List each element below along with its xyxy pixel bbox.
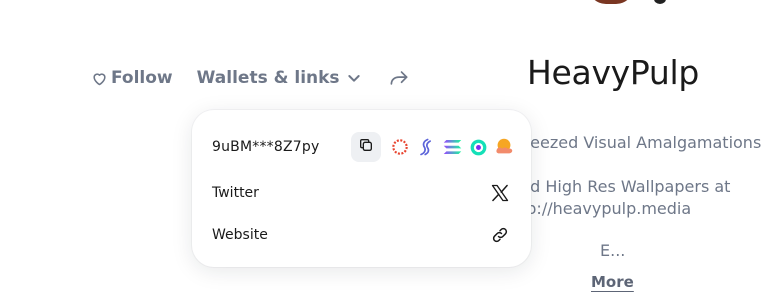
avatar [588, 0, 634, 4]
bio-line: nd High Res Wallpapers at [520, 177, 731, 196]
wallets-links-label: Wallets & links [196, 68, 340, 88]
link-label: Website [212, 227, 268, 243]
wallet-row: 9uBM***8Z7py [212, 132, 515, 162]
wallet-actions [351, 132, 515, 162]
bio-line: E... [600, 241, 626, 260]
chain-icons [389, 136, 515, 158]
x-twitter-icon[interactable] [487, 180, 513, 206]
link-icon[interactable] [487, 222, 513, 248]
follow-button[interactable]: Follow [91, 68, 173, 88]
chevron-down-icon [346, 70, 362, 86]
more-link[interactable]: More [591, 273, 634, 291]
wallets-links-popover: 9uBM***8Z7py Twitter Website [192, 110, 531, 267]
page-title: HeavyPulp [527, 53, 700, 92]
wallets-links-button[interactable]: Wallets & links [197, 68, 362, 88]
link-row-twitter[interactable]: Twitter [212, 178, 515, 208]
follow-label: Follow [111, 68, 173, 88]
circle-target-icon[interactable] [467, 136, 489, 158]
feather-swirl-icon[interactable] [415, 136, 437, 158]
share-button[interactable] [388, 69, 410, 87]
solana-icon[interactable] [441, 136, 463, 158]
bio-line: tp://heavypulp.media [520, 199, 692, 218]
avatar-badge [654, 0, 666, 4]
share-arrow-icon [388, 69, 410, 87]
heart-outline-icon [91, 70, 108, 87]
link-label: Twitter [212, 185, 259, 201]
link-row-website[interactable]: Website [212, 220, 515, 250]
bio-line: ueezed Visual Amalgamations [520, 133, 762, 152]
sun-cloud-icon[interactable] [493, 136, 515, 158]
copy-address-button[interactable] [351, 132, 381, 162]
profile-action-bar: Follow Wallets & links [91, 68, 410, 88]
ring-dots-icon[interactable] [389, 136, 411, 158]
copy-icon [358, 137, 374, 157]
wallet-address: 9uBM***8Z7py [212, 139, 320, 155]
